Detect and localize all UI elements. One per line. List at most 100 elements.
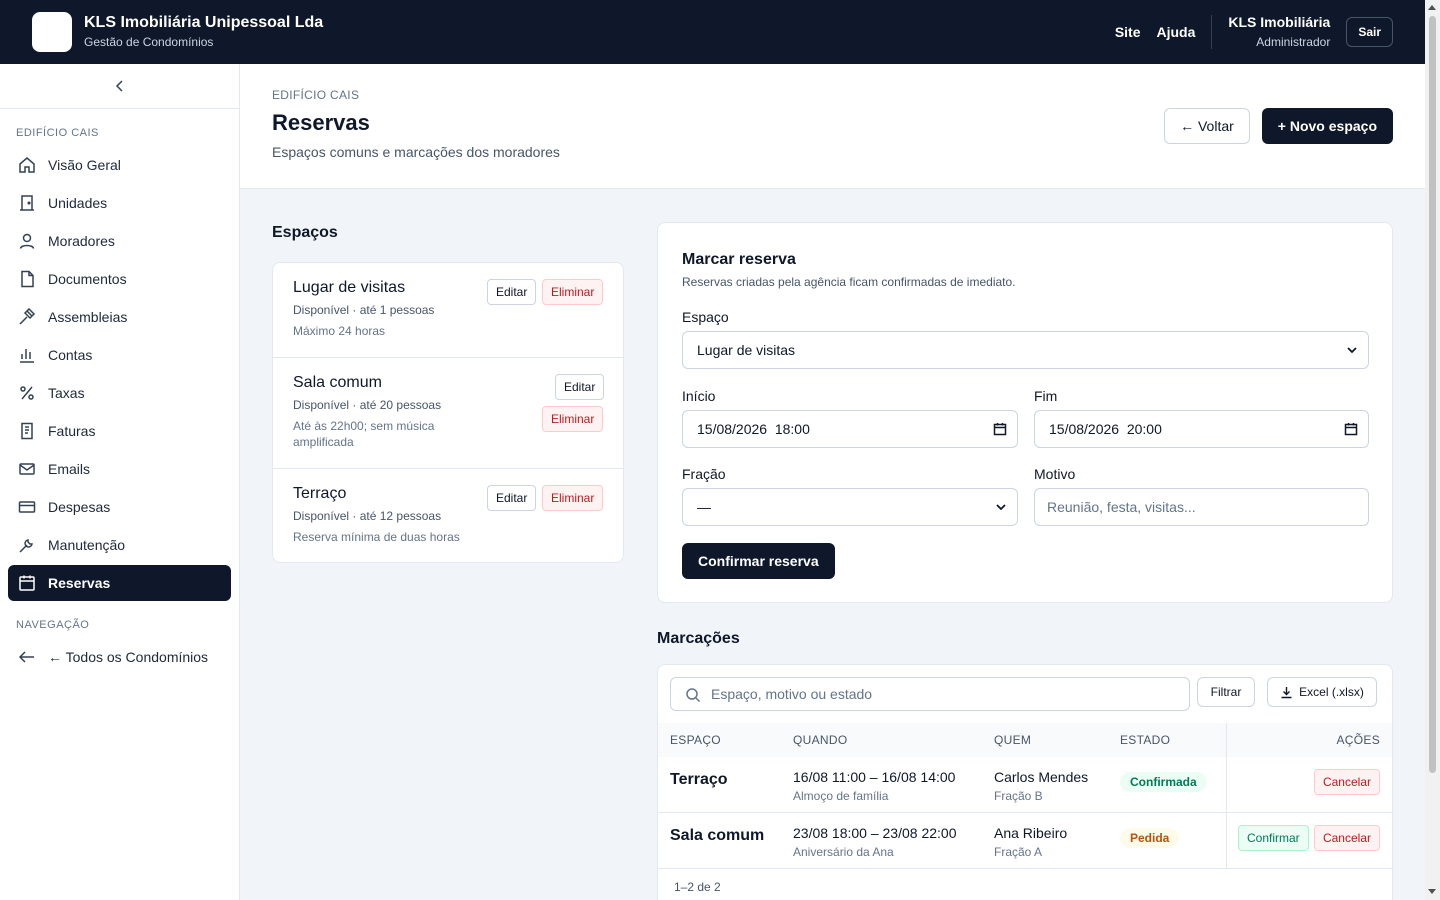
sidebar-item-overview[interactable]: Visão Geral — [8, 147, 231, 183]
booking-reason: Aniversário da Ana — [793, 845, 894, 859]
space-label: Espaço — [682, 309, 729, 325]
booking-when-range: 16/08 11:00 – 16/08 14:00 — [793, 769, 956, 785]
start-datetime-input[interactable]: 15/08/2026 18:00 — [682, 410, 1018, 448]
bookings-search-input[interactable]: Espaço, motivo ou estado — [670, 677, 1190, 711]
mail-icon — [19, 463, 35, 475]
new-space-button[interactable]: + Novo espaço — [1261, 108, 1393, 144]
edit-space-button[interactable]: Editar — [555, 374, 605, 400]
site-link[interactable]: Site — [1115, 24, 1141, 40]
sidebar-item-emails[interactable]: Emails — [8, 451, 231, 487]
start-value: 15/08/2026 18:00 — [697, 421, 810, 437]
sidebar-item-invoices[interactable]: Faturas — [8, 413, 231, 449]
user-name: KLS Imobiliária — [1228, 14, 1331, 30]
logout-button[interactable]: Sair — [1346, 17, 1393, 47]
unit-select[interactable]: — — [682, 488, 1018, 526]
scroll-up-arrow[interactable] — [1428, 5, 1436, 10]
sidebar-item-label: Despesas — [48, 499, 111, 515]
edit-space-button[interactable]: Editar — [487, 279, 537, 305]
confirm-booking-button[interactable]: Confirmar reserva — [682, 543, 835, 579]
spaces-card: Lugar de visitas Disponível · até 1 pess… — [272, 262, 624, 563]
confirm-booking-row-button[interactable]: Confirmar — [1238, 825, 1309, 851]
spaces-title: Espaços — [272, 224, 338, 241]
sidebar-item-bookings[interactable]: Reservas — [8, 565, 231, 601]
booking-resident: Carlos Mendes — [994, 769, 1089, 785]
pagination-info: 1–2 de 2 — [674, 880, 721, 894]
delete-space-button[interactable]: Eliminar — [542, 406, 604, 432]
collapse-sidebar-button[interactable] — [0, 64, 239, 109]
booking-unit: Fração B — [994, 789, 1043, 803]
help-link[interactable]: Ajuda — [1157, 24, 1196, 40]
reason-input[interactable]: Reunião, festa, visitas... — [1034, 488, 1369, 526]
sidebar-item-label: Faturas — [48, 423, 96, 439]
space-meta: Disponível · até 12 pessoas — [293, 509, 442, 523]
sidebar-item-maintenance[interactable]: Manutenção — [8, 527, 231, 563]
chevron-down-icon — [1347, 347, 1357, 354]
cancel-booking-button[interactable]: Cancelar — [1313, 825, 1380, 851]
sidebar-item-all-condos[interactable]: ← Todos os Condomínios — [8, 639, 231, 675]
form-title: Marcar reserva — [682, 251, 796, 268]
booking-unit: Fração A — [994, 845, 1043, 859]
search-icon — [686, 688, 701, 703]
booking-who: Carlos Mendes Fração B — [994, 769, 1088, 803]
page-scrollbar[interactable] — [1425, 0, 1440, 900]
end-datetime-input[interactable]: 15/08/2026 20:00 — [1034, 410, 1369, 448]
delete-space-button[interactable]: Eliminar — [542, 485, 604, 511]
page-header: EDIFÍCIO CAIS Reservas Espaços comuns e … — [240, 64, 1425, 189]
cancel-booking-button[interactable]: Cancelar — [1313, 769, 1380, 795]
sidebar-item-expenses[interactable]: Despesas — [8, 489, 231, 525]
top-bar: KLS Imobiliária Unipessoal Lda Gestão de… — [0, 0, 1425, 64]
scroll-thumb[interactable] — [1429, 16, 1436, 773]
brand: KLS Imobiliária Unipessoal Lda Gestão de… — [84, 13, 323, 51]
sidebar-item-documents[interactable]: Documentos — [8, 261, 231, 297]
sidebar-item-accounts[interactable]: Contas — [8, 337, 231, 373]
column-header: ESTADO — [1120, 733, 1171, 747]
sidebar-item-label: Documentos — [48, 271, 127, 287]
wrench-icon — [19, 539, 33, 553]
user-icon — [19, 233, 35, 249]
export-excel-button[interactable]: Excel (.xlsx) — [1267, 677, 1377, 707]
door-icon — [20, 195, 34, 211]
calendar-icon — [19, 575, 35, 591]
bookings-card: Espaço, motivo ou estado Filtrar Excel (… — [657, 664, 1393, 900]
bar-chart-icon — [20, 349, 34, 363]
home-icon — [19, 157, 35, 173]
booking-space: Terraço — [670, 771, 728, 788]
booking-when-range: 23/08 18:00 – 23/08 22:00 — [793, 825, 957, 841]
sidebar-item-units[interactable]: Unidades — [8, 185, 231, 221]
scroll-down-arrow[interactable] — [1428, 889, 1436, 894]
status-badge: Pedida — [1120, 828, 1180, 848]
space-note: Até às 22h00; sem música amplificada — [293, 419, 435, 449]
receipt-icon — [21, 422, 33, 440]
export-label: Excel (.xlsx) — [1299, 685, 1364, 699]
edit-space-button[interactable]: Editar — [487, 485, 537, 511]
user-info: KLS Imobiliária Administrador — [1228, 13, 1330, 51]
filter-button[interactable]: Filtrar — [1197, 677, 1255, 707]
space-meta: Disponível · até 1 pessoas — [293, 303, 435, 317]
percent-icon — [20, 386, 34, 400]
space-note: Máximo 24 horas — [293, 324, 386, 338]
breadcrumb: EDIFÍCIO CAIS — [272, 88, 360, 102]
back-button[interactable]: ← Voltar — [1164, 108, 1250, 144]
column-header: ESPAÇO — [670, 733, 721, 747]
delete-space-button[interactable]: Eliminar — [542, 279, 604, 305]
sidebar-item-assemblies[interactable]: Assembleias — [8, 299, 231, 335]
start-label: Início — [682, 388, 716, 404]
calendar-icon — [1344, 423, 1358, 436]
page-subtitle: Espaços comuns e marcações dos moradores — [272, 144, 560, 160]
app-subtitle: Gestão de Condomínios — [84, 35, 214, 49]
column-header: QUANDO — [793, 733, 848, 747]
form-subtitle: Reservas criadas pela agência ficam conf… — [682, 275, 1016, 289]
app-name: KLS Imobiliária Unipessoal Lda — [84, 14, 324, 31]
sidebar-item-fees[interactable]: Taxas — [8, 375, 231, 411]
user-role: Administrador — [1256, 35, 1331, 49]
space-select[interactable]: Lugar de visitas — [682, 331, 1369, 369]
file-icon — [21, 270, 34, 288]
booking-form: Marcar reserva Reservas criadas pela agê… — [657, 222, 1393, 603]
sidebar-item-residents[interactable]: Moradores — [8, 223, 231, 259]
calendar-icon — [993, 423, 1007, 436]
chevron-down-icon — [996, 504, 1006, 511]
section-label-navigation: NAVEGAÇÃO — [16, 619, 90, 631]
end-label: Fim — [1034, 388, 1058, 404]
end-value: 15/08/2026 20:00 — [1049, 421, 1162, 437]
space-item: Sala comum Disponível · até 20 pessoas A… — [273, 358, 623, 469]
